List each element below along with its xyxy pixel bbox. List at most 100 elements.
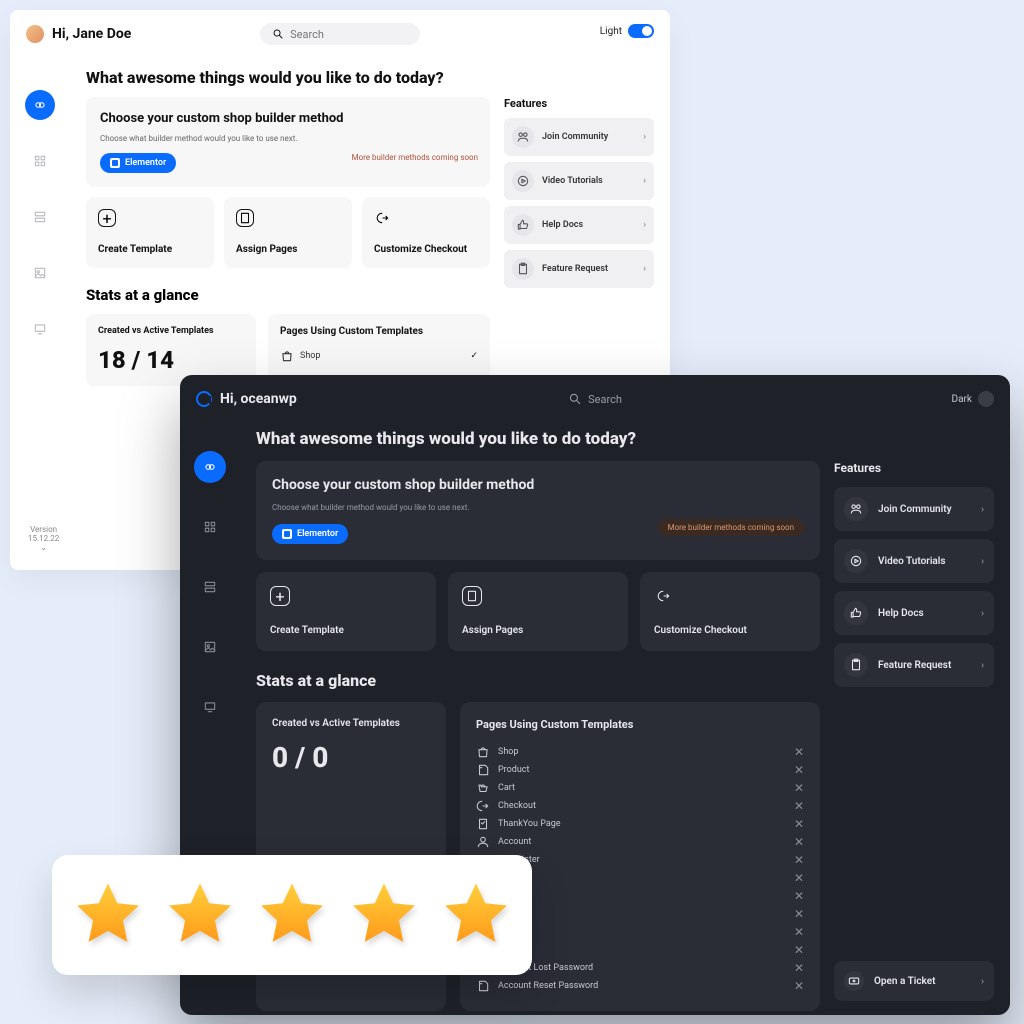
page-row: Cart✕	[476, 779, 804, 797]
row-icon	[476, 817, 490, 831]
close-icon[interactable]: ✕	[794, 979, 804, 993]
close-icon[interactable]: ✕	[794, 817, 804, 831]
close-icon[interactable]: ✕	[794, 745, 804, 759]
chevron-down-icon[interactable]: ⌄	[28, 543, 59, 552]
exit-icon	[374, 209, 392, 227]
check-icon: ✓	[470, 351, 478, 361]
search-bar[interactable]: Search	[568, 392, 622, 406]
feature-help-docs[interactable]: Help Docs›	[504, 206, 654, 244]
builder-card: Choose your custom shop builder method C…	[256, 461, 820, 560]
users-icon	[844, 497, 868, 521]
builder-subtitle: Choose what builder method would you lik…	[100, 134, 476, 143]
avatar[interactable]	[26, 25, 44, 43]
greeting: Hi, Jane Doe	[52, 26, 131, 42]
close-icon[interactable]: ✕	[794, 799, 804, 813]
feature-help-docs[interactable]: Help Docs›	[834, 591, 994, 635]
clipboard-icon	[844, 653, 868, 677]
plus-icon: +	[98, 209, 116, 227]
dark-header: Hi, oceanwp Search Dark	[180, 375, 1010, 423]
row-icon	[476, 979, 490, 993]
grid-icon	[203, 520, 217, 534]
action-assign-pages[interactable]: Assign Pages	[448, 572, 628, 651]
page-heading: What awesome things would you like to do…	[256, 429, 994, 449]
users-icon	[512, 126, 534, 148]
close-icon[interactable]: ✕	[794, 763, 804, 777]
ticket-icon	[844, 971, 864, 991]
version-info: Version 15.12.22 ⌄	[28, 525, 59, 552]
sidebar-item-home[interactable]	[194, 451, 226, 483]
sidebar-item-display[interactable]	[25, 314, 55, 344]
sidebar-item-apps[interactable]	[25, 146, 55, 176]
feature-video-tutorials[interactable]: Video Tutorials›	[834, 539, 994, 583]
theme-toggle[interactable]: Dark	[952, 391, 994, 407]
chevron-right-icon: ›	[981, 660, 984, 671]
close-icon[interactable]: ✕	[794, 853, 804, 867]
chevron-right-icon: ›	[981, 976, 984, 987]
builder-note: More builder methods coming soon	[352, 153, 478, 162]
page-heading: What awesome things would you like to do…	[86, 68, 654, 87]
rating-stars	[52, 855, 532, 975]
close-icon[interactable]: ✕	[794, 871, 804, 885]
star-icon	[346, 877, 422, 953]
page-row: Account Reset Password✕	[476, 977, 804, 995]
close-icon[interactable]: ✕	[794, 835, 804, 849]
page-row: Checkout✕	[476, 797, 804, 815]
search-icon	[568, 392, 582, 406]
play-icon	[844, 549, 868, 573]
thumbs-up-icon	[512, 214, 534, 236]
feature-video-tutorials[interactable]: Video Tutorials›	[504, 162, 654, 200]
theme-toggle[interactable]: Light	[600, 24, 654, 38]
sidebar-item-display[interactable]	[194, 691, 226, 723]
row-icon	[476, 763, 490, 777]
feature-join-community[interactable]: Join Community›	[834, 487, 994, 531]
sidebar-item-image[interactable]	[194, 631, 226, 663]
page-row: ThankYou Page✕	[476, 815, 804, 833]
star-icon	[162, 877, 238, 953]
bag-icon	[280, 349, 294, 363]
search-input[interactable]	[290, 28, 408, 41]
chevron-right-icon: ›	[981, 556, 984, 567]
elementor-chip[interactable]: Elementor	[272, 524, 348, 544]
close-icon[interactable]: ✕	[794, 925, 804, 939]
builder-card: Choose your custom shop builder method C…	[86, 97, 490, 187]
action-create-template[interactable]: +Create Template	[86, 197, 214, 268]
search-bar[interactable]	[260, 23, 420, 45]
image-icon	[203, 640, 217, 654]
close-icon[interactable]: ✕	[794, 781, 804, 795]
sidebar-item-apps[interactable]	[194, 511, 226, 543]
feature-request[interactable]: Feature Request›	[504, 250, 654, 288]
open-ticket-button[interactable]: Open a Ticket ›	[834, 961, 994, 1001]
theme-label: Light	[600, 26, 622, 37]
close-icon[interactable]: ✕	[794, 889, 804, 903]
sidebar-item-layout[interactable]	[194, 571, 226, 603]
close-icon[interactable]: ✕	[794, 907, 804, 921]
features-panel: Features Join Community› Video Tutorials…	[504, 97, 654, 386]
close-icon[interactable]: ✕	[794, 961, 804, 975]
feature-join-community[interactable]: Join Community›	[504, 118, 654, 156]
action-assign-pages[interactable]: Assign Pages	[224, 197, 352, 268]
close-icon[interactable]: ✕	[794, 943, 804, 957]
toggle-icon[interactable]	[978, 391, 994, 407]
exit-icon	[654, 586, 674, 606]
action-create-template[interactable]: +Create Template	[256, 572, 436, 651]
sidebar-item-image[interactable]	[25, 258, 55, 288]
builder-subtitle: Choose what builder method would you lik…	[272, 503, 804, 512]
chevron-right-icon: ›	[981, 608, 984, 619]
light-header: Hi, Jane Doe Light	[10, 10, 670, 58]
action-customize-checkout[interactable]: Customize Checkout	[362, 197, 490, 268]
builder-title: Choose your custom shop builder method	[272, 477, 804, 493]
sidebar-item-layout[interactable]	[25, 202, 55, 232]
elementor-chip[interactable]: Elementor	[100, 153, 176, 173]
page-row: Shop✕	[476, 743, 804, 761]
chevron-right-icon: ›	[981, 504, 984, 515]
light-sidebar	[10, 58, 70, 570]
feature-request[interactable]: Feature Request›	[834, 643, 994, 687]
star-icon	[254, 877, 330, 953]
row-icon	[476, 799, 490, 813]
chevron-right-icon: ›	[643, 220, 646, 230]
action-customize-checkout[interactable]: Customize Checkout	[640, 572, 820, 651]
elementor-icon	[282, 529, 292, 539]
toggle-switch-icon[interactable]	[628, 24, 654, 38]
sidebar-item-home[interactable]	[25, 90, 55, 120]
page-icon	[462, 586, 482, 606]
